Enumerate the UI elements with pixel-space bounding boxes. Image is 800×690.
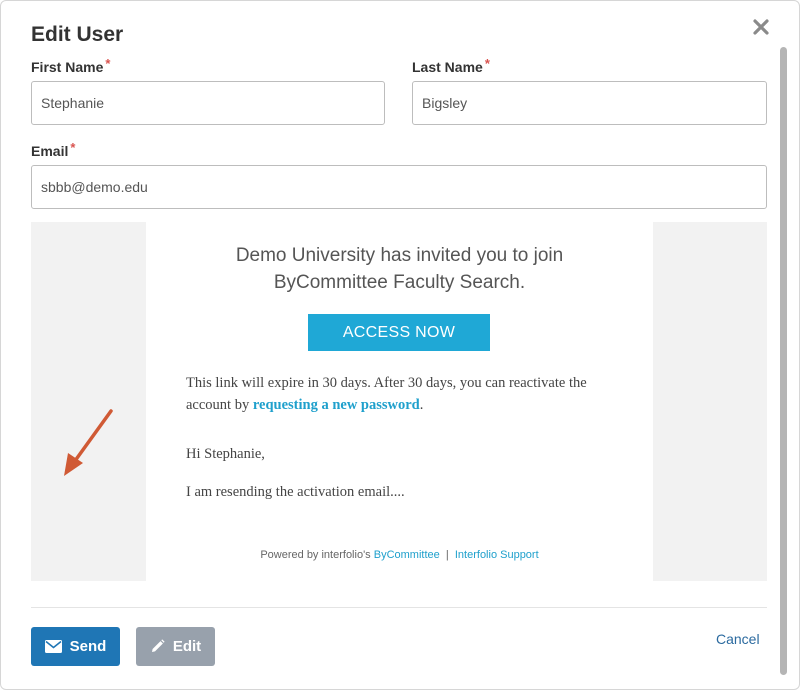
first-name-label: First Name * [31, 56, 111, 75]
pencil-icon [151, 639, 165, 652]
interfolio-support-link[interactable]: Interfolio Support [455, 549, 539, 561]
footer-separator: | [445, 549, 449, 561]
message-text: I am resending the activation email.... [186, 484, 405, 500]
last-name-label: Last Name * [412, 56, 490, 75]
required-mark: * [105, 56, 111, 71]
edit-label: Edit [172, 638, 202, 655]
access-now-button[interactable]: ACCESS NOW [308, 314, 490, 351]
edit-user-modal: Edit User First Name* Last Name* Email* … [0, 0, 800, 690]
first-name-label-text: First Name [31, 59, 104, 75]
send-label: Send [69, 638, 107, 655]
last-name-input[interactable] [412, 81, 767, 125]
greeting: Hi Stephanie, [186, 446, 265, 462]
email-label-text: Email [31, 143, 69, 159]
preview-footer: Powered by interfolio's ByCommittee | In… [146, 549, 653, 561]
expire-text-end: . [419, 397, 424, 413]
email-label: Email * [31, 140, 76, 159]
close-icon[interactable] [750, 16, 772, 38]
last-name-label-text: Last Name [412, 59, 483, 75]
required-mark: * [484, 56, 490, 71]
required-mark: * [70, 140, 76, 155]
send-button[interactable]: Send [31, 627, 120, 666]
arrow-icon [64, 409, 113, 476]
email-preview: Demo University has invited you to join … [146, 222, 653, 581]
invite-line-1: Demo University has invited you to join [235, 245, 564, 266]
email-input[interactable] [31, 165, 767, 209]
modal-title: Edit User [31, 23, 124, 46]
expire-notice: This link will expire in 30 days. After … [186, 372, 626, 416]
footer-prefix: Powered by interfolio's [260, 549, 374, 561]
bycommittee-link[interactable]: ByCommittee [374, 549, 440, 561]
invite-line-2: ByCommittee Faculty Search. [273, 272, 526, 293]
request-password-link[interactable]: requesting a new password [253, 397, 420, 413]
scrollbar[interactable] [780, 47, 787, 675]
footer-divider [31, 607, 767, 608]
invite-heading: Demo University has invited you to join … [146, 242, 653, 296]
envelope-icon [44, 640, 62, 653]
first-name-input[interactable] [31, 81, 385, 125]
edit-button[interactable]: Edit [136, 627, 215, 666]
cancel-link[interactable]: Cancel [716, 631, 760, 647]
